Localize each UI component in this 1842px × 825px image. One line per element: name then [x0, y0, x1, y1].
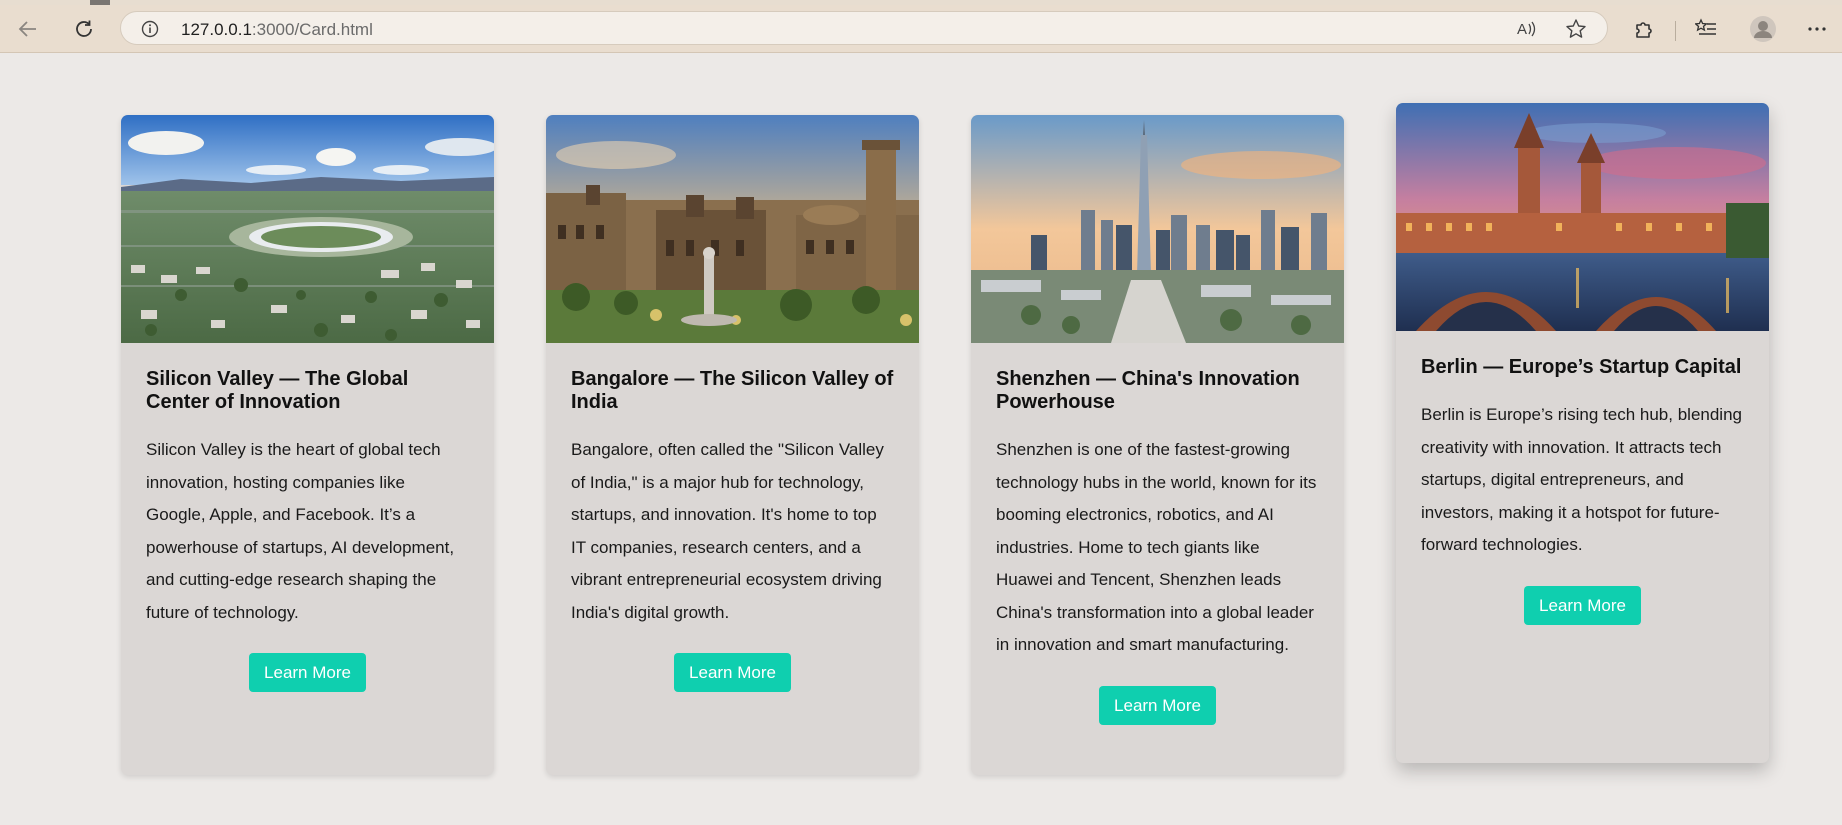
learn-more-button[interactable]: Learn More: [249, 653, 366, 692]
card-body: Bangalore, often called the "Silicon Val…: [571, 440, 884, 622]
url-path: :3000/Card.html: [251, 20, 373, 39]
favorites-list-icon[interactable]: [1690, 13, 1722, 45]
card-image: [971, 115, 1344, 343]
card-image: [121, 115, 494, 343]
read-aloud-icon[interactable]: A: [1515, 18, 1537, 45]
card-title: Bangalore — The Silicon Valley of India: [571, 368, 894, 413]
avatar-icon[interactable]: [1747, 13, 1779, 45]
card-body: Shenzhen is one of the fastest-growing t…: [996, 440, 1317, 654]
card-title: Shenzhen — China's Innovation Powerhouse: [996, 368, 1300, 413]
card-title: Silicon Valley — The Global Center of In…: [146, 368, 409, 413]
url-host: 127.0.0.1: [181, 20, 252, 39]
learn-more-button[interactable]: Learn More: [1524, 585, 1641, 625]
card-body: Berlin is Europe’s rising tech hub, blen…: [1421, 405, 1742, 554]
card-title: Berlin — Europe’s Startup Capital: [1421, 356, 1742, 378]
card-image: [546, 115, 919, 343]
card-body: Silicon Valley is the heart of global te…: [146, 440, 455, 622]
toolbar-separator: [1675, 21, 1676, 41]
back-arrow-icon[interactable]: [12, 13, 44, 45]
card-bangalore: Bangalore — The Silicon Valley of India …: [546, 115, 919, 775]
address-bar[interactable]: 127.0.0.1:3000/Card.html A: [120, 11, 1608, 45]
learn-more-button[interactable]: Learn More: [674, 653, 791, 692]
card-shenzhen: Shenzhen — China's Innovation Powerhouse…: [971, 115, 1344, 775]
reload-icon[interactable]: [68, 13, 100, 45]
learn-more-button[interactable]: Learn More: [1099, 685, 1216, 725]
svg-text:A: A: [1517, 21, 1527, 38]
star-icon[interactable]: [1565, 18, 1587, 45]
browser-toolbar: 127.0.0.1:3000/Card.html A: [0, 5, 1842, 53]
card-berlin: Berlin — Europe’s Startup Capital Berlin…: [1396, 103, 1769, 763]
card-image: [1396, 103, 1769, 331]
card-silicon-valley: Silicon Valley — The Global Center of In…: [121, 115, 494, 775]
puzzle-icon[interactable]: [1628, 13, 1660, 45]
url-text[interactable]: 127.0.0.1:3000/Card.html: [181, 20, 373, 40]
info-icon[interactable]: [141, 20, 159, 43]
more-icon[interactable]: [1801, 13, 1833, 45]
